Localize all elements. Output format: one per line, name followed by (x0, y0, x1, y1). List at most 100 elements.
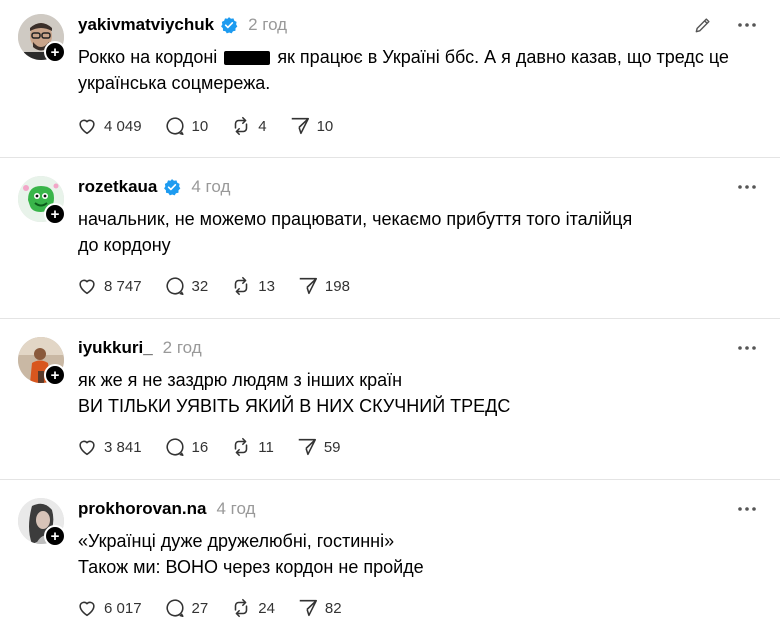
post-time[interactable]: 4 год (216, 499, 255, 519)
avatar[interactable]: + (18, 337, 66, 386)
repost-button[interactable]: 11 (230, 436, 274, 458)
like-count: 6 017 (104, 599, 142, 617)
post-card: + iyukkuri_ 2 год як же я не заздрю людя… (0, 319, 780, 480)
heart-icon (79, 601, 95, 617)
share-button[interactable]: 59 (296, 436, 341, 458)
follow-plus-icon[interactable]: + (44, 203, 66, 225)
post-header: prokhorovan.na 4 год (78, 498, 255, 520)
like-count: 4 049 (104, 117, 142, 135)
follow-plus-icon[interactable]: + (44, 364, 66, 386)
repost-button[interactable]: 24 (230, 597, 275, 619)
share-count: 82 (324, 599, 342, 617)
send-paper-plane-icon (298, 438, 316, 456)
comment-bubble-icon (165, 599, 184, 618)
post-header: yakivmatviychuk 2 год (78, 14, 287, 36)
repost-count: 24 (258, 599, 275, 617)
post-text-line: до кордону (78, 235, 171, 255)
more-horizontal-icon[interactable] (736, 14, 758, 36)
threads-feed: + yakivmatviychuk 2 год Рокко на кордоні… (0, 0, 780, 640)
post-top-actions (736, 498, 758, 520)
username[interactable]: prokhorovan.na (78, 499, 206, 519)
post-text-line: ВИ ТІЛЬКИ УЯВІТЬ ЯКИЙ В НИХ СКУЧНИЙ ТРЕД… (78, 396, 511, 416)
like-count: 8 747 (104, 277, 142, 295)
post-text-line: як же я не заздрю людям з інших країн (78, 370, 403, 390)
comment-bubble-icon (165, 117, 184, 136)
post-text: «Українці дуже дружелюбні, гостинні» Так… (78, 528, 760, 580)
avatar[interactable]: + (18, 176, 66, 225)
comment-count: 16 (191, 438, 209, 456)
send-paper-plane-icon (299, 599, 317, 617)
post-top-actions (692, 14, 758, 36)
share-button[interactable]: 10 (289, 115, 334, 137)
like-button[interactable]: 8 747 (76, 275, 142, 297)
comment-bubble-icon (165, 277, 184, 296)
post-text-line: начальник, не можемо працювати, чекаємо … (78, 209, 633, 229)
more-horizontal-icon[interactable] (736, 176, 758, 198)
post-card: + yakivmatviychuk 2 год Рокко на кордоні… (0, 0, 780, 158)
verified-badge-icon (163, 178, 181, 196)
post-time[interactable]: 2 год (248, 15, 287, 35)
post-time[interactable]: 4 год (191, 177, 230, 197)
repost-arrows-icon (234, 437, 248, 457)
post-actions: 4 049 10 4 10 (76, 114, 355, 138)
post-time[interactable]: 2 год (163, 338, 202, 358)
comment-button[interactable]: 16 (164, 436, 209, 458)
repost-arrows-icon (234, 116, 248, 136)
post-card: + rozetkaua 4 год начальник, не можемо п… (0, 158, 780, 319)
post-top-actions (736, 337, 758, 359)
repost-button[interactable]: 13 (230, 275, 275, 297)
comment-button[interactable]: 32 (164, 275, 209, 297)
comment-count: 10 (191, 117, 209, 135)
comment-count: 32 (191, 277, 209, 295)
post-text: як же я не заздрю людям з інших країн ВИ… (78, 367, 760, 419)
heart-icon (79, 440, 95, 456)
redacted-block (224, 51, 271, 66)
share-button[interactable]: 82 (297, 597, 342, 619)
repost-button[interactable]: 4 (230, 115, 267, 137)
post-actions: 3 841 16 11 59 (76, 435, 363, 459)
comment-bubble-icon (165, 438, 184, 457)
repost-count: 13 (258, 277, 275, 295)
post-actions: 8 747 32 13 198 (76, 274, 372, 298)
like-button[interactable]: 6 017 (76, 597, 142, 619)
share-count: 59 (323, 438, 341, 456)
repost-arrows-icon (234, 276, 248, 296)
share-button[interactable]: 198 (297, 275, 350, 297)
repost-count: 4 (258, 117, 267, 135)
username[interactable]: rozetkaua (78, 177, 157, 197)
repost-arrows-icon (234, 598, 248, 618)
post-actions: 6 017 27 24 82 (76, 596, 364, 620)
follow-plus-icon[interactable]: + (44, 41, 66, 63)
post-header: rozetkaua 4 год (78, 176, 230, 198)
post-top-actions (736, 176, 758, 198)
comment-button[interactable]: 27 (164, 597, 209, 619)
pencil-icon[interactable] (692, 14, 714, 36)
share-count: 198 (324, 277, 350, 295)
heart-icon (79, 279, 95, 295)
like-button[interactable]: 4 049 (76, 115, 142, 137)
post-text-line: «Українці дуже дружелюбні, гостинні» (78, 531, 395, 551)
like-count: 3 841 (104, 438, 142, 456)
post-text-part: Рокко на кордоні (78, 47, 218, 67)
send-paper-plane-icon (291, 117, 309, 135)
post-text: начальник, не можемо працювати, чекаємо … (78, 206, 760, 258)
more-horizontal-icon[interactable] (736, 498, 758, 520)
repost-count: 11 (258, 438, 274, 456)
post-card: + prokhorovan.na 4 год «Українці дуже др… (0, 480, 780, 640)
follow-plus-icon[interactable]: + (44, 525, 66, 547)
heart-icon (79, 119, 95, 135)
share-count: 10 (316, 117, 334, 135)
username[interactable]: iyukkuri_ (78, 338, 153, 358)
avatar[interactable]: + (18, 14, 66, 63)
post-text: Рокко на кордоні як працює в Україні ббс… (78, 44, 760, 96)
post-text-line: Також ми: ВОНО через кордон не пройде (78, 557, 424, 577)
more-horizontal-icon[interactable] (736, 337, 758, 359)
comment-button[interactable]: 10 (164, 115, 209, 137)
verified-badge-icon (220, 16, 238, 34)
send-paper-plane-icon (299, 277, 317, 295)
comment-count: 27 (191, 599, 209, 617)
username[interactable]: yakivmatviychuk (78, 15, 214, 35)
avatar[interactable]: + (18, 498, 66, 547)
like-button[interactable]: 3 841 (76, 436, 142, 458)
post-header: iyukkuri_ 2 год (78, 337, 202, 359)
